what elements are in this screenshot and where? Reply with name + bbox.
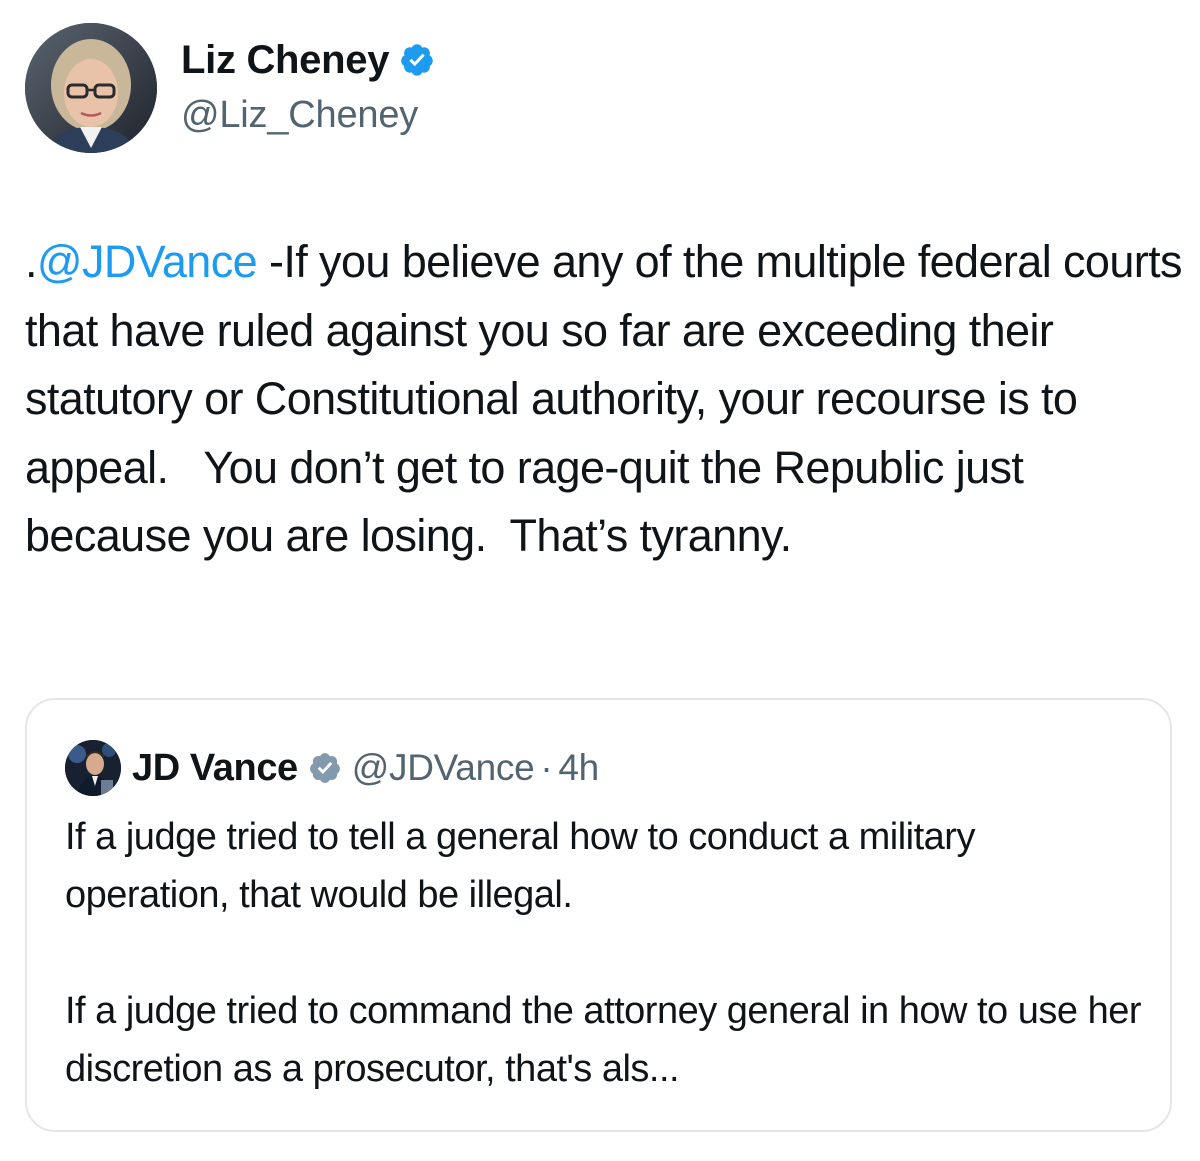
verified-badge-icon[interactable]: [308, 751, 342, 785]
tweet-text: .@JDVance -If you believe any of the mul…: [25, 228, 1185, 571]
author-handle[interactable]: @Liz_Cheney: [181, 94, 418, 137]
tweet: Liz Cheney @Liz_Cheney .@JDVance -If you…: [0, 0, 1200, 1161]
quoted-tweet-header: JD Vance @JDVance · 4h: [132, 740, 599, 796]
separator-dot: ·: [540, 747, 553, 788]
verified-badge-icon[interactable]: [399, 42, 435, 78]
quoted-tweet-card[interactable]: JD Vance @JDVance · 4h If a judge tried …: [25, 698, 1172, 1132]
mention-link[interactable]: @JDVance: [37, 236, 258, 287]
quoted-tweet-timestamp[interactable]: 4h: [558, 747, 599, 789]
author-avatar-image: [25, 23, 157, 153]
quoted-author-avatar[interactable]: [65, 740, 121, 796]
author-name[interactable]: Liz Cheney: [181, 38, 389, 83]
quoted-paragraph: If a judge tried to tell a general how t…: [65, 816, 975, 916]
quoted-author-handle[interactable]: @JDVance: [352, 747, 535, 789]
quoted-author-avatar-image: [65, 740, 121, 796]
tweet-prefix: .: [25, 236, 38, 287]
quoted-paragraph: If a judge tried to command the attorney…: [65, 990, 1142, 1090]
author-avatar[interactable]: [25, 23, 157, 153]
quoted-author-name[interactable]: JD Vance: [132, 747, 298, 790]
author-name-row: Liz Cheney: [181, 33, 435, 87]
quoted-tweet-text: If a judge tried to tell a general how t…: [65, 808, 1145, 1098]
